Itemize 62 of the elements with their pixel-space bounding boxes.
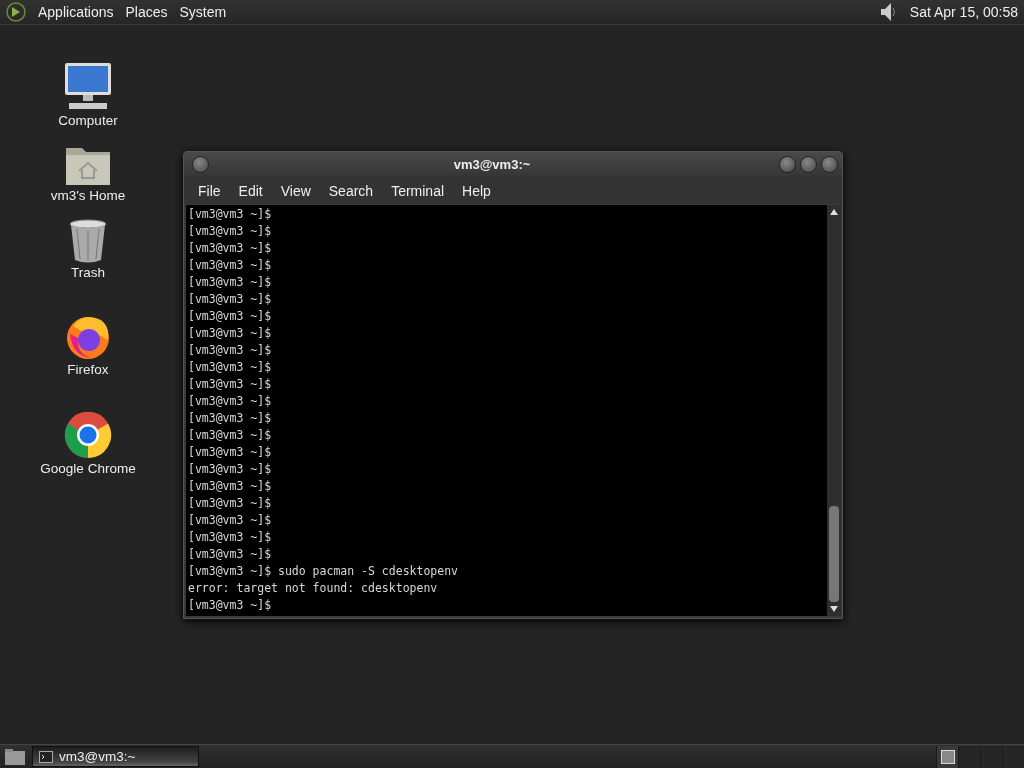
terminal-line: [vm3@vm3 ~]$ [188, 546, 273, 563]
workspace-cell[interactable] [1002, 745, 1024, 768]
terminal-line: [vm3@vm3 ~]$ [188, 478, 273, 495]
desktop-icon-label[interactable]: Computer [58, 113, 118, 128]
terminal-line: [vm3@vm3 ~]$ [188, 274, 273, 291]
terminal-line: [vm3@vm3 ~]$ [188, 461, 273, 478]
menu-item[interactable]: Terminal [382, 182, 454, 199]
scroll-down-icon[interactable] [830, 606, 838, 612]
terminal-line: [vm3@vm3 ~]$ [188, 529, 273, 546]
scroll-up-icon[interactable] [830, 209, 838, 215]
desktop-icon-label[interactable]: Firefox [67, 362, 109, 377]
desktop-icon-label[interactable]: Google Chrome [40, 461, 136, 476]
terminal-line: [vm3@vm3 ~]$ [188, 206, 273, 223]
computer-icon[interactable] [63, 61, 113, 111]
scroll-thumb[interactable] [829, 506, 839, 602]
terminal-line: [vm3@vm3 ~]$ [188, 257, 273, 274]
workspace-cell[interactable] [980, 745, 1002, 768]
terminal-line: [vm3@vm3 ~]$ [188, 597, 273, 614]
terminal-line: [vm3@vm3 ~]$ [188, 359, 273, 376]
chrome-icon[interactable] [64, 411, 112, 459]
window-thumbnail-icon [940, 749, 955, 764]
speaker-icon[interactable] [879, 2, 898, 22]
close-knob[interactable] [821, 156, 838, 173]
terminal-line: [vm3@vm3 ~]$ [188, 410, 273, 427]
menu-item[interactable]: Search [319, 182, 383, 199]
terminal-line: [vm3@vm3 ~]$ [188, 495, 273, 512]
window-menu-knob[interactable] [192, 156, 209, 173]
terminal-line: [vm3@vm3 ~]$ [188, 376, 273, 393]
terminal-line: [vm3@vm3 ~]$ sudo pacman -S cdesktopenv [188, 563, 460, 580]
desktop-icon-label[interactable]: Trash [71, 265, 105, 280]
terminal-line: [vm3@vm3 ~]$ [188, 427, 273, 444]
menu-item[interactable]: Edit [229, 182, 272, 199]
workspace-cell[interactable] [936, 745, 958, 768]
menu-item[interactable]: Help [453, 182, 500, 199]
panel-menu[interactable]: Places [125, 4, 168, 20]
terminal-line: [vm3@vm3 ~]$ [188, 342, 273, 359]
scrollbar[interactable] [827, 205, 841, 616]
terminal-line: [vm3@vm3 ~]$ [188, 308, 273, 325]
terminal-line: [vm3@vm3 ~]$ [188, 240, 273, 257]
minimize-knob[interactable] [779, 156, 796, 173]
taskbar-task[interactable]: vm3@vm3:~ [32, 746, 199, 767]
terminal-line: [vm3@vm3 ~]$ [188, 223, 273, 240]
terminal-line: error: target not found: cdesktopenv [188, 580, 439, 597]
terminal-line: [vm3@vm3 ~]$ [188, 291, 273, 308]
terminal-line: [vm3@vm3 ~]$ [188, 444, 273, 461]
show-desktop-icon[interactable] [4, 747, 26, 766]
menu-item[interactable]: View [271, 182, 320, 199]
distro-logo-icon[interactable] [6, 2, 26, 22]
terminal-icon [39, 750, 53, 763]
desktop-icon-label[interactable]: vm3's Home [50, 188, 126, 203]
terminal-line: [vm3@vm3 ~]$ [188, 393, 273, 410]
clock[interactable]: Sat Apr 15, 00:58 [909, 4, 1018, 20]
terminal-line: [vm3@vm3 ~]$ [188, 512, 273, 529]
trash-icon[interactable] [69, 219, 107, 263]
window-title: vm3@vm3:~ [452, 157, 532, 172]
panel-menu[interactable]: Applications [38, 4, 114, 20]
panel-menu[interactable]: System [179, 4, 227, 20]
menu-item[interactable]: File [189, 182, 230, 199]
firefox-icon[interactable] [65, 314, 111, 360]
maximize-knob[interactable] [800, 156, 817, 173]
workspace-cell[interactable] [958, 745, 980, 768]
terminal-line: [vm3@vm3 ~]$ [188, 325, 273, 342]
